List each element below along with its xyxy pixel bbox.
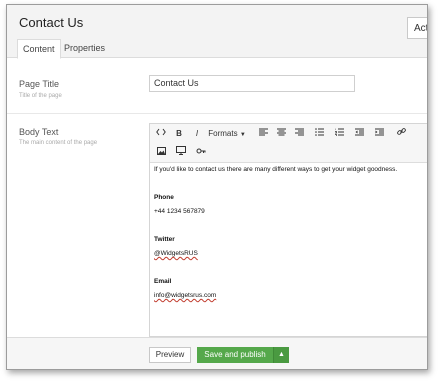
actions-button[interactable]: Act	[407, 17, 427, 39]
image-icon[interactable]	[154, 146, 168, 160]
editor-header: Contact Us Act Content Properties	[7, 5, 427, 59]
formats-dropdown[interactable]: Formats ▼	[208, 127, 246, 141]
italic-button[interactable]: I	[190, 127, 204, 141]
phone-heading: Phone	[154, 194, 174, 201]
publish-options-caret-icon[interactable]: ▲	[273, 347, 289, 363]
body-text-label: Body Text	[19, 127, 59, 137]
code-icon[interactable]	[154, 127, 168, 141]
page-title-label: Page Title	[19, 79, 60, 89]
formats-label: Formats	[208, 129, 238, 138]
email-heading: Email	[154, 278, 172, 285]
editor-toolbar: B I Formats ▼	[150, 124, 427, 163]
twitter-heading: Twitter	[154, 236, 175, 243]
phone-number: +44 1234 567879	[154, 208, 205, 215]
macro-icon[interactable]	[194, 146, 208, 160]
footer-bar: Preview Save and publish ▲	[7, 337, 427, 369]
body-text-help: The main content of the page	[19, 140, 98, 146]
numbered-list-icon[interactable]	[332, 127, 346, 141]
page-title-input[interactable]: Contact Us	[149, 75, 355, 92]
align-left-icon[interactable]	[256, 127, 270, 141]
email-address: info@widgetsrus.com	[154, 292, 217, 299]
indent-icon[interactable]	[372, 127, 386, 141]
caret-down-icon: ▼	[239, 132, 246, 138]
preview-button[interactable]: Preview	[149, 347, 191, 363]
row-divider	[7, 113, 427, 114]
intro-paragraph: If you'd like to contact us there are ma…	[154, 166, 398, 173]
outdent-icon[interactable]	[352, 127, 366, 141]
page-title-help: Title of the page	[19, 93, 62, 99]
bold-button[interactable]: B	[172, 127, 186, 141]
align-center-icon[interactable]	[274, 127, 288, 141]
twitter-handle: @WidgetsRUS	[154, 250, 198, 257]
link-icon[interactable]	[394, 127, 408, 141]
tab-properties[interactable]: Properties	[59, 39, 110, 57]
content-editor-window: Contact Us Act Content Properties Page T…	[6, 4, 428, 370]
bullet-list-icon[interactable]	[312, 127, 326, 141]
media-icon[interactable]	[174, 146, 188, 160]
rich-text-editor[interactable]: B I Formats ▼ If you'd like to contact u…	[149, 123, 427, 337]
tab-content[interactable]: Content	[17, 39, 61, 59]
page-title: Contact Us	[19, 15, 84, 30]
align-right-icon[interactable]	[292, 127, 306, 141]
save-and-publish-button[interactable]: Save and publish	[197, 347, 273, 363]
